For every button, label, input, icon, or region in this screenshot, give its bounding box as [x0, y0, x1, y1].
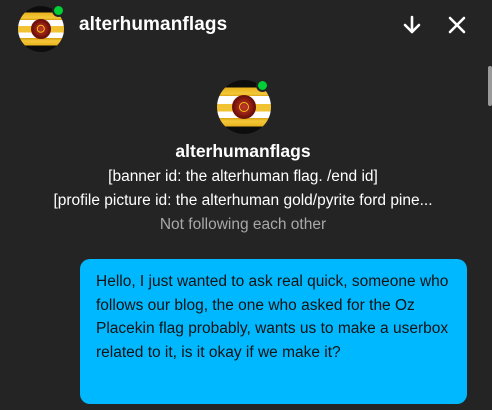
- close-icon: [448, 16, 466, 34]
- profile-username[interactable]: alterhumanflags: [0, 141, 486, 162]
- scrollbar-thumb[interactable]: [488, 66, 492, 106]
- profile-bio-line-1: [banner id: the alterhuman flag. /end id…: [108, 168, 378, 185]
- header-username[interactable]: alterhumanflags: [79, 14, 227, 36]
- profile-avatar-emblem: [232, 95, 256, 119]
- avatar-emblem: [31, 19, 51, 39]
- profile-online-status-dot: [256, 79, 269, 92]
- conversation-header: alterhumanflags: [0, 0, 492, 52]
- message-text: Hello, I just wanted to ask real quick, …: [96, 273, 449, 361]
- profile-avatar[interactable]: [217, 79, 271, 134]
- header-avatar[interactable]: [18, 4, 65, 52]
- profile-bio-line-2: [profile picture id: the alterhuman gold…: [53, 192, 433, 209]
- sent-message-bubble[interactable]: Hello, I just wanted to ask real quick, …: [80, 259, 467, 404]
- minimize-button[interactable]: [397, 10, 427, 40]
- online-status-dot: [52, 4, 65, 17]
- follow-status: Not following each other: [159, 216, 327, 233]
- close-button[interactable]: [442, 10, 472, 40]
- messaging-window: alterhumanflags alterhumanflags [banner …: [0, 0, 492, 410]
- arrow-down-icon: [403, 15, 421, 34]
